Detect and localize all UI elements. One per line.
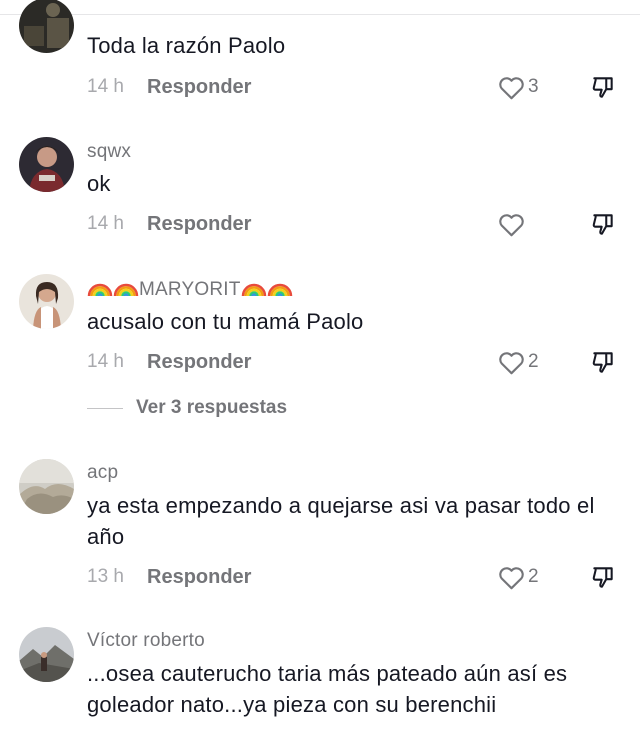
comment-text: Toda la razón Paolo <box>87 33 286 58</box>
comment-username-text: MARYORIT <box>139 279 241 300</box>
comment-text: acusalo con tu mamá Paolo <box>87 309 364 334</box>
comment-time: 14 h <box>87 213 124 234</box>
rainbow-emoji-icon <box>241 277 267 303</box>
avatar[interactable] <box>19 274 74 329</box>
heart-outline-icon <box>499 351 524 374</box>
avatar[interactable] <box>19 137 74 192</box>
like-button[interactable]: 2 <box>498 563 539 591</box>
rainbow-emoji-icon <box>87 277 113 303</box>
reply-button[interactable]: Responder <box>147 351 251 374</box>
dislike-button[interactable] <box>590 210 616 238</box>
dislike-button[interactable] <box>590 348 616 376</box>
reply-button[interactable]: Responder <box>147 566 251 589</box>
avatar[interactable] <box>19 0 74 53</box>
heart-outline-icon <box>499 76 524 99</box>
comment-text: ok <box>87 171 111 196</box>
comment-time: 14 h <box>87 351 124 372</box>
heart-outline-icon <box>499 566 524 589</box>
dislike-icon <box>592 214 613 235</box>
like-button[interactable]: 3 <box>498 73 539 101</box>
reply-button[interactable]: Responder <box>147 76 251 99</box>
like-count: 3 <box>528 76 539 97</box>
comment-meta: 14 h Responder <box>87 210 251 238</box>
like-count: 2 <box>528 351 539 372</box>
view-replies-button[interactable]: Ver 3 respuestas <box>87 396 287 420</box>
dislike-icon <box>592 77 613 98</box>
view-replies-divider <box>87 407 123 409</box>
rainbow-emoji-icon <box>267 277 293 303</box>
comment-time: 13 h <box>87 566 124 587</box>
dislike-button[interactable] <box>590 563 616 591</box>
dislike-button[interactable] <box>590 73 616 101</box>
view-replies-label: Ver 3 respuestas <box>136 397 288 418</box>
avatar[interactable] <box>19 627 74 682</box>
dislike-icon <box>592 567 613 588</box>
like-count: 2 <box>528 566 539 587</box>
reply-button[interactable]: Responder <box>147 213 251 236</box>
comment-username[interactable]: sqwx <box>87 141 131 163</box>
comment-username[interactable]: MARYORIT <box>87 277 293 303</box>
comment-meta: 14 h Responder <box>87 73 251 101</box>
rainbow-emoji-icon <box>113 277 139 303</box>
comment-meta: 13 h Responder <box>87 563 251 591</box>
comment-meta: 14 h Responder <box>87 348 251 376</box>
top-divider <box>0 14 640 15</box>
heart-outline-icon <box>499 213 524 236</box>
comment-text: ya esta empezando a quejarse asi va pasa… <box>87 493 595 549</box>
like-button[interactable]: 2 <box>498 348 539 376</box>
comment-username[interactable]: acp <box>87 462 118 484</box>
avatar[interactable] <box>19 459 74 514</box>
dislike-icon <box>592 352 613 373</box>
comment-time: 14 h <box>87 76 124 97</box>
comment-text: ...osea cauterucho taria más pateado aún… <box>87 661 568 717</box>
comment-username[interactable]: Víctor roberto <box>87 630 205 652</box>
like-button[interactable] <box>498 210 528 238</box>
